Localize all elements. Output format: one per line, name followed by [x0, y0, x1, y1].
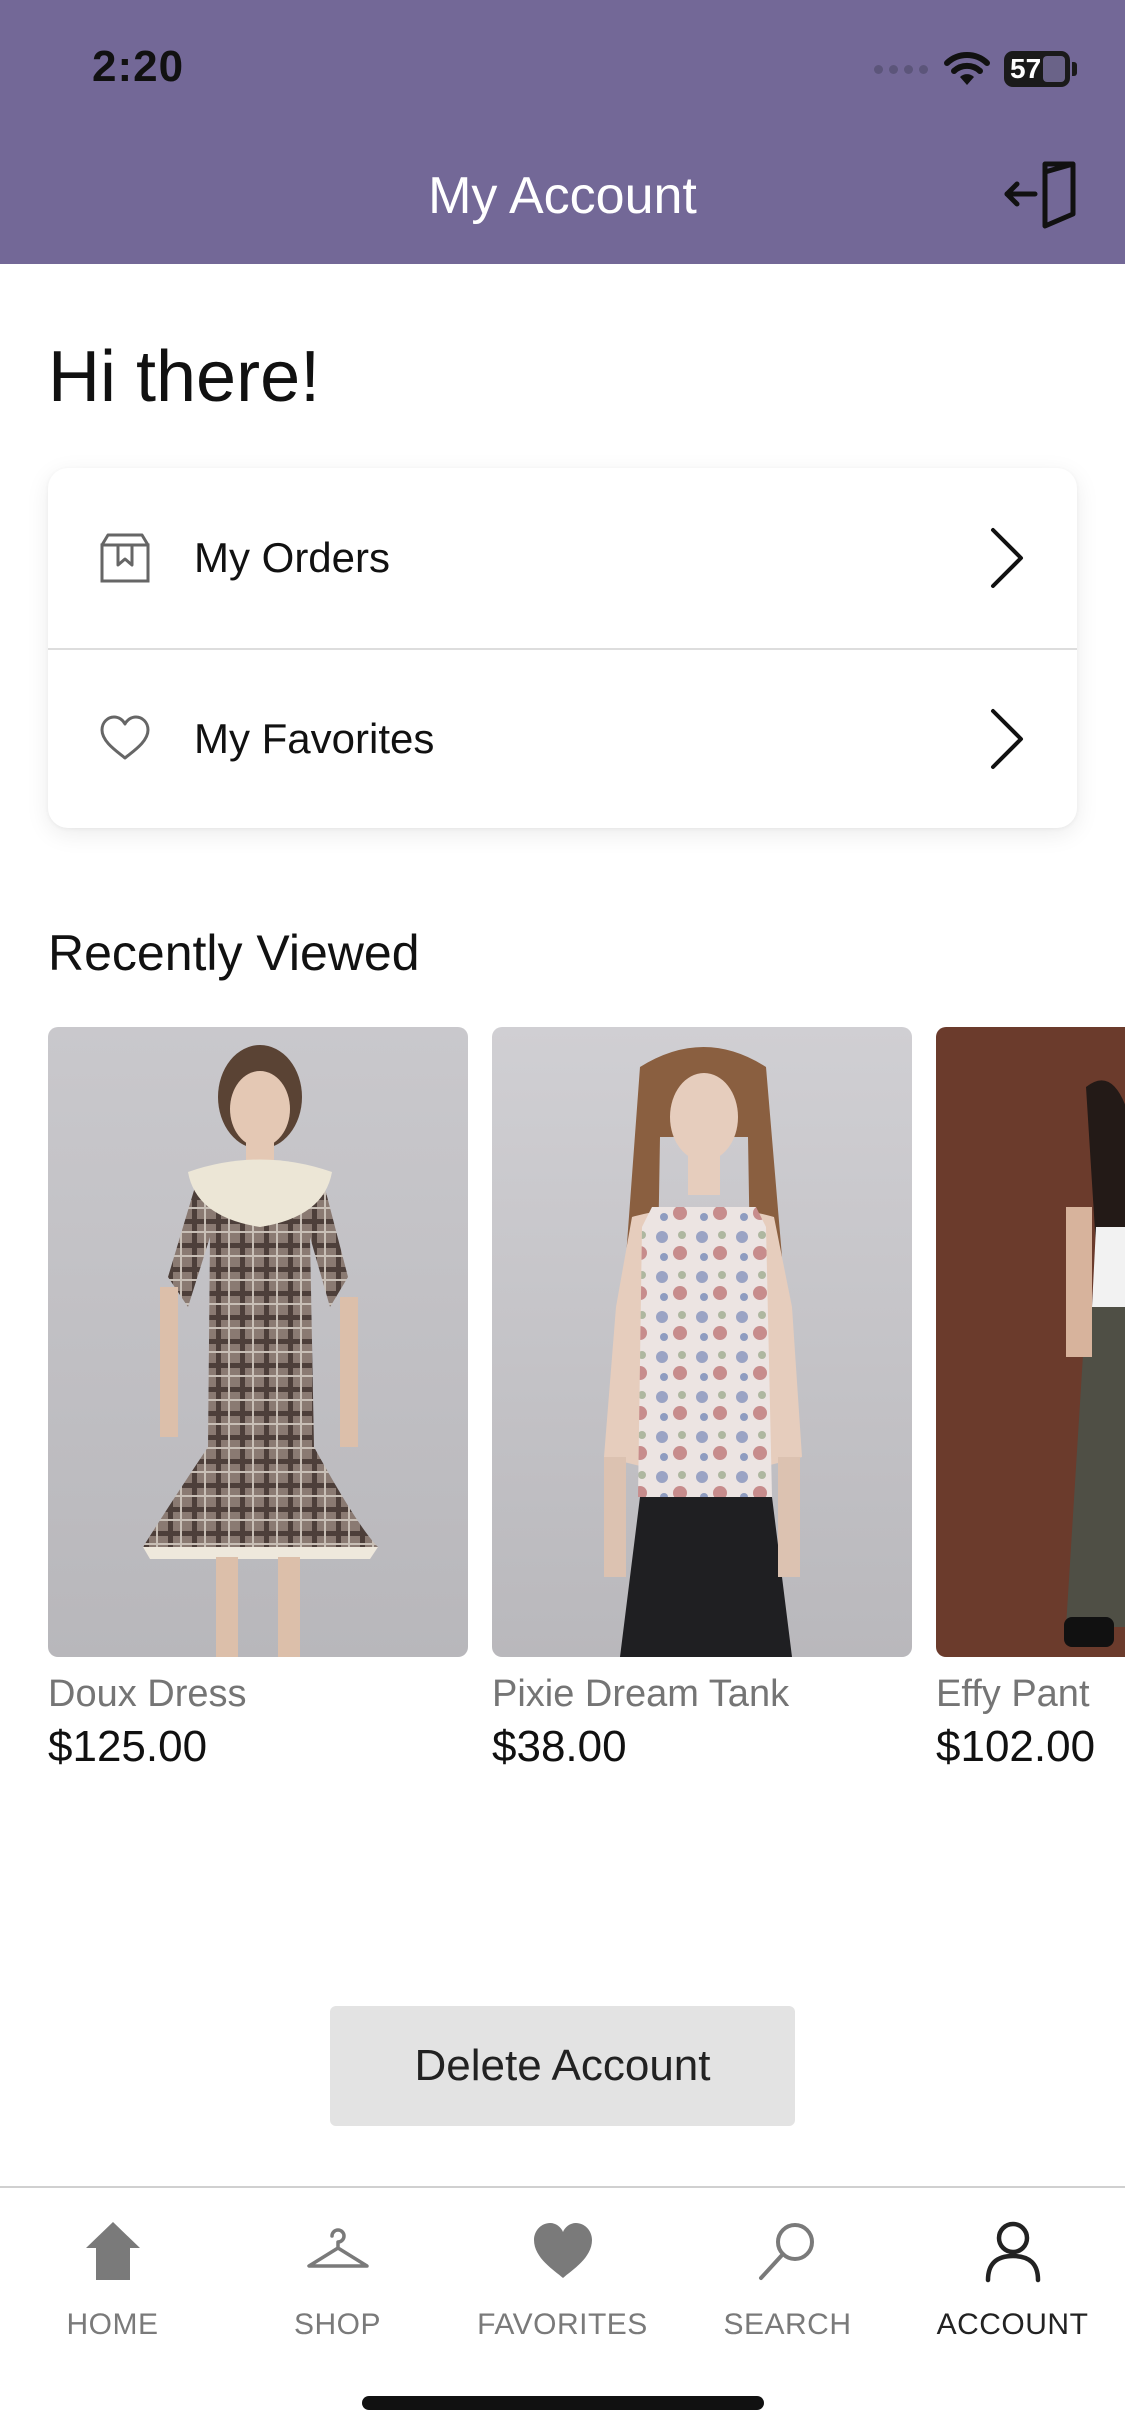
- tab-search-label: SEARCH: [723, 2308, 852, 2341]
- product-image: [936, 1027, 1125, 1657]
- orders-icon: [100, 533, 150, 583]
- tab-favorites[interactable]: FAVORITES: [450, 2218, 675, 2342]
- logout-button[interactable]: [1001, 158, 1081, 230]
- heart-icon: [533, 2223, 592, 2278]
- product-image: [48, 1027, 468, 1657]
- chevron-right-icon: [991, 709, 1023, 769]
- cellular-signal-icon: [874, 64, 930, 74]
- heart-outline-icon: [100, 715, 150, 760]
- delete-account-button[interactable]: Delete Account: [330, 2006, 795, 2126]
- app-header: 2:20 57 My Account: [0, 0, 1125, 264]
- search-icon: [758, 2223, 814, 2280]
- chevron-right-icon: [991, 528, 1023, 588]
- home-icon: [85, 2222, 140, 2280]
- tab-search[interactable]: SEARCH: [675, 2218, 900, 2342]
- product-price: $125.00: [48, 1722, 208, 1771]
- tab-account[interactable]: ACCOUNT: [900, 2218, 1125, 2342]
- tab-shop-label: SHOP: [293, 2308, 382, 2341]
- product-price: $38.00: [492, 1722, 627, 1771]
- battery-level: 57: [1010, 53, 1042, 84]
- home-indicator: [362, 2396, 764, 2410]
- wifi-icon: [944, 52, 990, 85]
- recently-viewed-carousel[interactable]: Doux Dress $125.00 Pixie Dream Tank $38.…: [48, 1027, 1125, 1787]
- hanger-icon: [306, 2228, 369, 2268]
- my-favorites-row[interactable]: My Favorites: [48, 648, 1077, 828]
- product-card[interactable]: Effy Pant $102.00: [936, 1027, 1125, 1772]
- product-name: Doux Dress: [48, 1673, 247, 1715]
- my-favorites-label: My Favorites: [194, 715, 435, 762]
- account-icon: [985, 2221, 1040, 2283]
- product-card[interactable]: Doux Dress $125.00: [48, 1027, 468, 1772]
- greeting-heading: Hi there!: [48, 337, 321, 417]
- page-title: My Account: [428, 167, 697, 225]
- tab-shop[interactable]: SHOP: [225, 2218, 450, 2342]
- product-image: [492, 1027, 912, 1657]
- product-name: Pixie Dream Tank: [492, 1673, 790, 1715]
- tab-favorites-label: FAVORITES: [477, 2308, 648, 2341]
- product-price: $102.00: [936, 1722, 1096, 1771]
- my-orders-label: My Orders: [194, 534, 391, 581]
- recently-viewed-heading: Recently Viewed: [48, 925, 420, 981]
- battery-icon: 57: [1004, 51, 1070, 87]
- product-name: Effy Pant: [936, 1673, 1090, 1715]
- my-orders-row[interactable]: My Orders: [48, 468, 1077, 648]
- status-time: 2:20: [92, 42, 185, 91]
- status-icons: 57: [874, 48, 1077, 90]
- product-card[interactable]: Pixie Dream Tank $38.00: [492, 1027, 912, 1772]
- tab-home[interactable]: HOME: [0, 2218, 225, 2342]
- tab-account-label: ACCOUNT: [936, 2308, 1089, 2341]
- account-menu-card: My Orders My Favorites: [48, 468, 1077, 828]
- logout-icon: [1004, 161, 1076, 229]
- tab-home-label: HOME: [66, 2308, 159, 2341]
